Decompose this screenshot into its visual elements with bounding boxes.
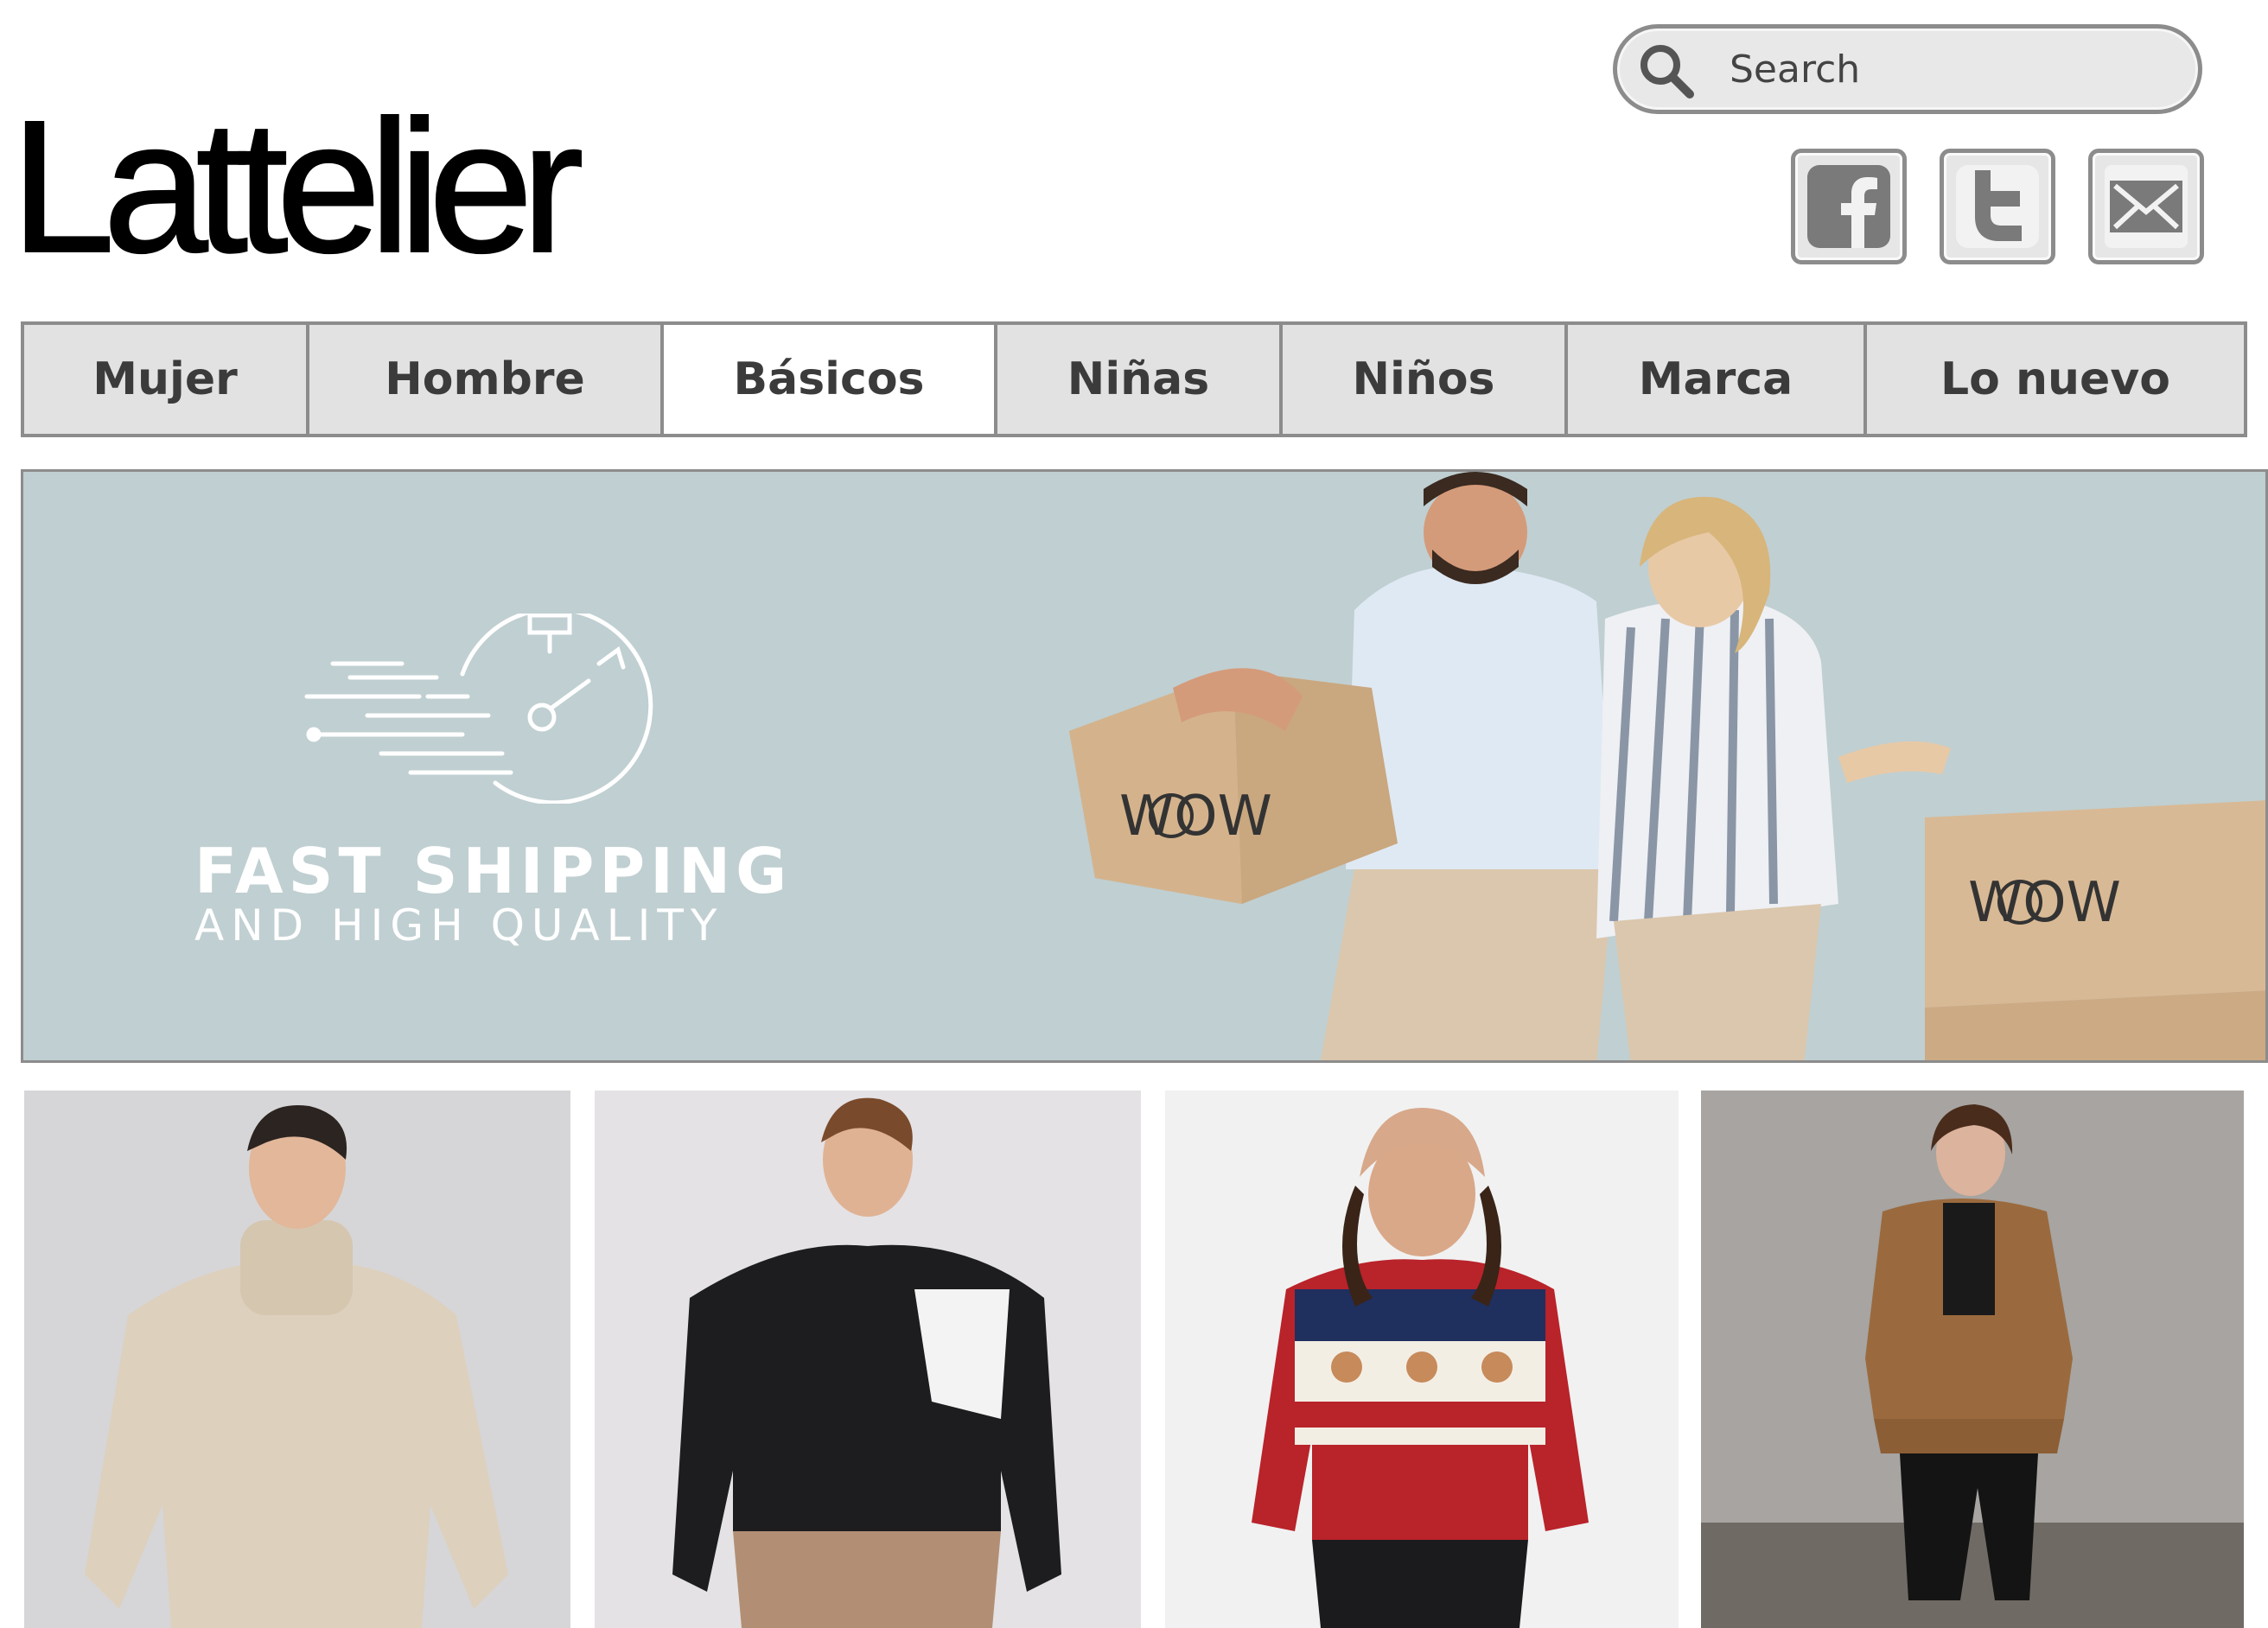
search-icon[interactable]	[1634, 39, 1698, 103]
nav-item-basicos[interactable]: Básicos	[660, 325, 994, 434]
product-image-woman-beige-sweatshirt	[24, 1091, 570, 1628]
nav-item-ninos[interactable]: Niños	[1279, 325, 1564, 434]
product-card-woman-sweatshirt[interactable]	[24, 1091, 570, 1628]
facebook-icon	[1807, 165, 1890, 248]
nav-item-hombre[interactable]: Hombre	[306, 325, 660, 434]
main-nav: Mujer Hombre Básicos Niñas Niños Marca L…	[21, 321, 2247, 437]
mail-icon	[2105, 165, 2188, 248]
nav-item-marca[interactable]: Marca	[1564, 325, 1863, 434]
twitter-button[interactable]	[1940, 149, 2055, 264]
banner-title: FAST SHIPPING	[194, 835, 793, 907]
search-input[interactable]	[1728, 41, 2181, 98]
site-logo[interactable]: Lattelier	[10, 92, 585, 283]
product-card-woman-coat[interactable]	[1701, 1091, 2244, 1628]
twitter-icon	[1956, 165, 2039, 248]
facebook-button[interactable]	[1791, 149, 1907, 264]
product-image-girl-christmas-sweater	[1165, 1091, 1679, 1628]
banner-photo-couple-with-boxes: WOW WOW	[1069, 472, 2265, 1060]
nav-item-lo-nuevo[interactable]: Lo nuevo	[1863, 325, 2244, 434]
hero-banner[interactable]: FAST SHIPPING AND HIGH QUALITY WOW WOW	[21, 469, 2268, 1063]
product-card-man-sweatshirt[interactable]	[595, 1091, 1141, 1628]
banner-subtitle: AND HIGH QUALITY	[194, 900, 724, 951]
box-logo-text: WOW	[1119, 785, 1272, 849]
product-image-woman-camel-coat	[1701, 1091, 2244, 1628]
product-card-girl-sweater[interactable]	[1165, 1091, 1679, 1628]
stopwatch-icon	[304, 614, 653, 804]
search-bar[interactable]	[1613, 24, 2202, 114]
nav-item-mujer[interactable]: Mujer	[24, 325, 306, 434]
nav-item-ninas[interactable]: Niñas	[994, 325, 1279, 434]
box-logo-text-2: WOW	[1968, 871, 2121, 935]
email-button[interactable]	[2088, 149, 2204, 264]
product-image-man-black-sweatshirt	[595, 1091, 1141, 1628]
